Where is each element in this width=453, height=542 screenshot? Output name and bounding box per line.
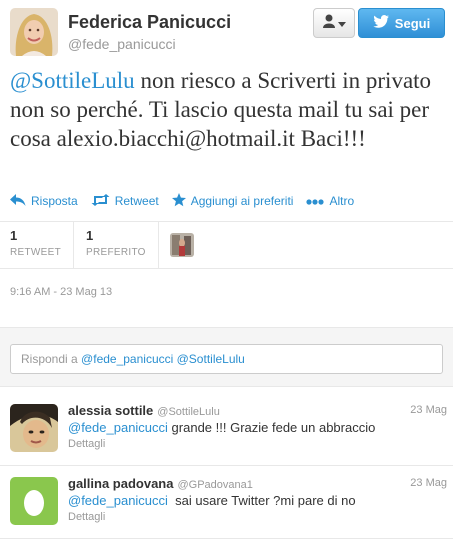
reply-text: @fede_panicucci grande !!! Grazie fede u… (68, 420, 375, 435)
divider (0, 221, 453, 222)
star-icon (171, 192, 191, 210)
more-dots-icon (306, 194, 329, 208)
more-button[interactable]: Altro (306, 194, 354, 208)
bird-icon (373, 15, 389, 31)
reply-author[interactable]: gallina padovana @GPadovana1 (68, 476, 253, 491)
retweet-label: Retweet (114, 194, 159, 208)
tweet-text: @SottileLulu non riesco a Scriverti in p… (10, 66, 446, 153)
tweet-actions: Risposta Retweet Aggiungi ai preferiti A… (10, 191, 367, 211)
favorite-count-stat[interactable]: 1 PREFERITO (86, 228, 146, 258)
user-icon (322, 14, 335, 33)
retweet-icon (91, 193, 115, 209)
reply-date[interactable]: 23 Mag (410, 477, 447, 489)
retweet-count-label: RETWEET (10, 247, 61, 258)
reply-body: sai usare Twitter ?mi pare di no (167, 493, 356, 508)
favorite-button[interactable]: Aggiungi ai preferiti (171, 192, 294, 210)
divider (0, 268, 453, 269)
reply-text: @fede_panicucci sai usare Twitter ?mi pa… (68, 493, 356, 508)
divider (73, 222, 74, 268)
tweet-mention-link[interactable]: @SottileLulu (10, 68, 135, 93)
reply-button[interactable]: Risposta (10, 193, 78, 209)
default-egg-avatar[interactable] (10, 477, 58, 525)
reply-area: Rispondi a @fede_panicucci @SottileLulu (0, 327, 453, 387)
retweet-count-stat[interactable]: 1 RETWEET (10, 228, 61, 258)
favoriter-avatar[interactable] (170, 233, 194, 257)
reply-mention-link[interactable]: @fede_panicucci (68, 493, 168, 508)
follow-label: Segui (394, 15, 431, 31)
reply-author-name: alessia sottile (68, 403, 154, 418)
divider (158, 222, 159, 268)
favorite-label: Aggiungi ai preferiti (190, 194, 294, 208)
favorite-count: 1 (86, 228, 94, 243)
retweet-button[interactable]: Retweet (91, 193, 159, 209)
reply-author-handle: @GPadovana1 (177, 479, 253, 491)
reply-date[interactable]: 23 Mag (410, 404, 447, 416)
reply-author-handle: @SottileLulu (157, 406, 220, 418)
reply-input[interactable]: Rispondi a @fede_panicucci @SottileLulu (10, 344, 443, 374)
follow-button[interactable]: Segui (358, 8, 445, 38)
details-link[interactable]: Dettagli (68, 438, 105, 450)
retweet-count: 1 (10, 228, 18, 243)
reply-label: Risposta (31, 194, 78, 208)
reply-mentions: @fede_panicucci @SottileLulu (81, 352, 245, 366)
profile-name[interactable]: Federica Panicucci (68, 12, 231, 33)
more-label: Altro (329, 194, 355, 208)
avatar[interactable] (10, 404, 58, 452)
reply-icon (10, 193, 31, 209)
profile-handle[interactable]: @fede_panicucci (68, 36, 176, 52)
chevron-down-icon (337, 14, 346, 32)
details-link[interactable]: Dettagli (68, 511, 105, 523)
reply-mention-link[interactable]: @fede_panicucci (68, 420, 168, 435)
reply-item[interactable]: alessia sottile @SottileLulu 23 Mag @fede… (0, 394, 453, 466)
reply-prefix: Rispondi a (21, 352, 82, 366)
user-actions-button[interactable] (313, 8, 355, 38)
tweet-header: Federica Panicucci @fede_panicucci Segui (0, 0, 453, 60)
reply-item[interactable]: gallina padovana @GPadovana1 23 Mag @fede… (0, 467, 453, 539)
reply-author-name: gallina padovana (68, 476, 174, 491)
reply-body: grande !!! Grazie fede un abbraccio (167, 420, 376, 435)
avatar[interactable] (10, 8, 58, 56)
tweet-timestamp[interactable]: 9:16 AM - 23 Mag 13 (10, 286, 112, 298)
favorite-count-label: PREFERITO (86, 247, 146, 258)
reply-author[interactable]: alessia sottile @SottileLulu (68, 403, 220, 418)
